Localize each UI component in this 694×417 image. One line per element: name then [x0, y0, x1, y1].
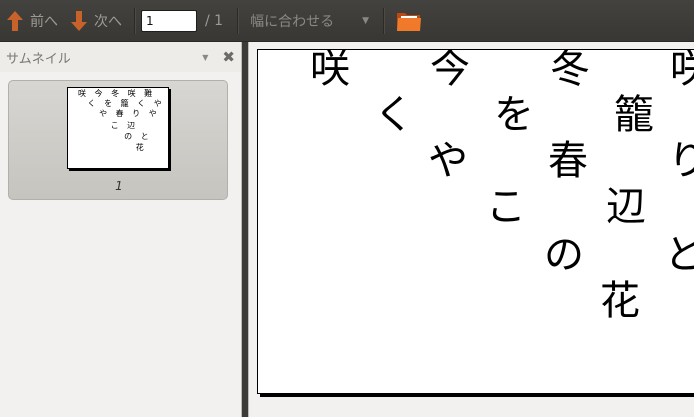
next-page-button[interactable]: 次へ: [64, 6, 128, 36]
poem-line: 花: [300, 278, 660, 324]
open-document-button[interactable]: [390, 6, 428, 36]
previous-page-button[interactable]: 前へ: [0, 6, 64, 36]
thumbnail-line: の と: [102, 132, 152, 141]
toolbar: 前へ 次へ / 1 幅に合わせる ▼: [0, 0, 694, 42]
folder-icon: [397, 12, 421, 31]
thumbnail-line: や 春 り や: [88, 109, 160, 118]
zoom-dropdown-button[interactable]: ▼: [354, 16, 377, 26]
previous-page-label: 前へ: [30, 13, 58, 30]
poem-line: の と: [304, 232, 694, 278]
sidebar: サムネイル ▼ ✖ 咲 今 冬 咲 難 く を 籠 く や や 春 り や こ …: [0, 42, 242, 417]
arrow-up-icon: [7, 10, 23, 31]
toolbar-separator: [237, 7, 239, 34]
toolbar-separator: [383, 7, 384, 34]
thumbnail-line: 花: [108, 143, 147, 152]
poem-line: く を 籠 く や: [373, 92, 674, 138]
chevron-down-icon[interactable]: ▼: [202, 53, 208, 62]
arrow-down-icon: [71, 10, 87, 31]
thumbnail-page-image: 咲 今 冬 咲 難 く を 籠 く や や 春 り や こ 辺 の と 花: [67, 87, 169, 169]
page-total-label: / 1: [205, 12, 224, 29]
next-page-label: 次へ: [94, 13, 122, 30]
document-viewer[interactable]: 咲 今 冬 咲 難 く を 籠 く や や 春 り や こ 辺 の と 花: [248, 42, 694, 417]
thumbnail-line: こ 辺: [94, 121, 139, 130]
zoom-select[interactable]: 幅に合わせる: [244, 11, 340, 31]
toolbar-separator: [134, 7, 135, 34]
poem-line: や 春 り や: [427, 138, 694, 184]
document-page: 咲 今 冬 咲 難 く を 籠 く や や 春 り や こ 辺 の と 花: [257, 49, 694, 394]
close-icon[interactable]: ✖: [222, 48, 235, 66]
poem-line: 咲 今 冬 咲 難: [310, 49, 694, 92]
sidebar-title[interactable]: サムネイル: [6, 48, 202, 67]
thumbnail-page-number: 1: [115, 179, 123, 193]
page-number-input[interactable]: [141, 9, 197, 32]
sidebar-header: サムネイル ▼ ✖: [0, 42, 241, 72]
poem-line: こ 辺: [306, 184, 666, 230]
chevron-down-icon: ▼: [362, 15, 369, 26]
page-thumbnail[interactable]: 咲 今 冬 咲 難 く を 籠 く や や 春 り や こ 辺 の と 花 1: [8, 80, 228, 200]
